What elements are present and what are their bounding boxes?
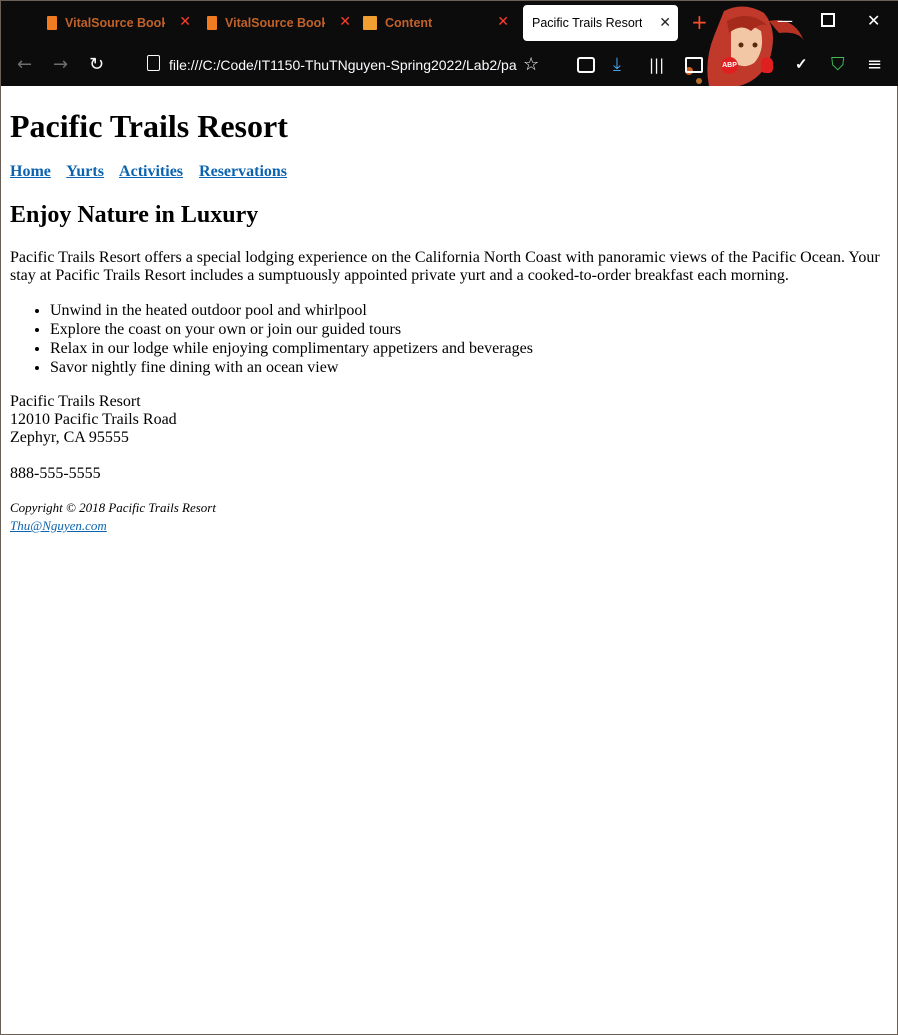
tab-title: VitalSource Booksh [65,16,165,30]
bookmark-star-icon[interactable]: ☆ [523,55,539,75]
window-close-icon[interactable]: ✕ [867,11,880,30]
minimize-icon[interactable]: — [777,11,793,30]
tab-title: Pacific Trails Resort [532,16,643,30]
hand-stop-icon[interactable] [761,57,773,73]
nav-link-yurts[interactable]: Yurts [66,163,104,180]
page-content: Pacific Trails Resort Home Yurts Activit… [10,86,890,535]
url-text[interactable]: file:///C:/Code/IT1150-ThuTNguyen-Spring… [169,57,517,73]
maximize-icon[interactable] [821,13,835,27]
copyright-text: Copyright © 2018 Pacific Trails Resort [10,500,216,515]
browser-chrome: VitalSource Booksh ✕ VitalSource Booksh … [1,1,898,86]
browser-window: VitalSource Booksh ✕ VitalSource Booksh … [0,0,898,1035]
address-city: Zephyr, CA 95555 [10,429,129,446]
intro-paragraph: Pacific Trails Resort offers a special l… [10,249,880,284]
vitalsource-icon [207,16,217,30]
tab-pacific-trails[interactable]: Pacific Trails Resort ✕ [523,5,678,41]
library-icon[interactable]: ||| [649,55,664,75]
section-heading: Enjoy Nature in Luxury [10,202,259,228]
download-icon[interactable]: ⤓ [613,55,621,75]
vitalsource-icon [47,16,57,30]
tab-content[interactable]: Content ✕ [363,5,515,41]
email-link[interactable]: Thu@Nguyen.com [10,518,107,533]
list-item: Savor nightly fine dining with an ocean … [50,358,890,377]
list-item: Unwind in the heated outdoor pool and wh… [50,301,890,320]
sidebar-icon[interactable] [685,57,703,73]
page-footer: Copyright © 2018 Pacific Trails Resort T… [10,499,890,535]
address-bar[interactable]: file:///C:/Code/IT1150-ThuTNguyen-Spring… [141,51,551,79]
back-arrow-icon[interactable]: ← [17,55,32,75]
nav-link-home[interactable]: Home [10,163,51,180]
shield-icon[interactable]: ⛉ [831,55,845,75]
pocket-icon[interactable] [577,57,595,73]
tab-vitalsource-1[interactable]: VitalSource Booksh ✕ [47,5,197,41]
menu-hamburger-icon[interactable]: ≡ [867,55,882,75]
list-item: Explore the coast on your own or join ou… [50,320,890,339]
forward-arrow-icon[interactable]: → [53,55,68,75]
tab-title: VitalSource Booksh [225,16,325,30]
tab-bar: VitalSource Booksh ✕ VitalSource Booksh … [1,1,898,86]
tab-vitalsource-2[interactable]: VitalSource Booksh ✕ [207,5,357,41]
navigation-toolbar: ← → ↻ file:///C:/Code/IT1150-ThuTNguyen-… [1,45,898,86]
site-navigation: Home Yurts Activities Reservations [10,163,890,181]
close-icon[interactable]: ✕ [497,14,509,30]
nav-link-reservations[interactable]: Reservations [199,163,287,180]
page-icon [147,55,160,71]
close-icon[interactable]: ✕ [339,14,351,30]
address-street: 12010 Pacific Trails Road [10,411,177,428]
phone-number: 888-555-5555 [10,465,101,482]
adblock-plus-icon[interactable]: ABP [721,57,738,74]
tab-title: Content [385,16,433,30]
close-icon[interactable]: ✕ [179,14,191,30]
list-item: Relax in our lodge while enjoying compli… [50,339,890,358]
reload-icon[interactable]: ↻ [89,55,104,75]
languagetool-icon[interactable]: ✓ [795,55,808,75]
nav-link-activities[interactable]: Activities [119,163,183,180]
address-name: Pacific Trails Resort [10,393,141,410]
pencil-icon [363,16,377,30]
site-title: Pacific Trails Resort [10,108,288,144]
address-block: Pacific Trails Resort 12010 Pacific Trai… [10,393,890,447]
features-list: Unwind in the heated outdoor pool and wh… [10,301,890,377]
